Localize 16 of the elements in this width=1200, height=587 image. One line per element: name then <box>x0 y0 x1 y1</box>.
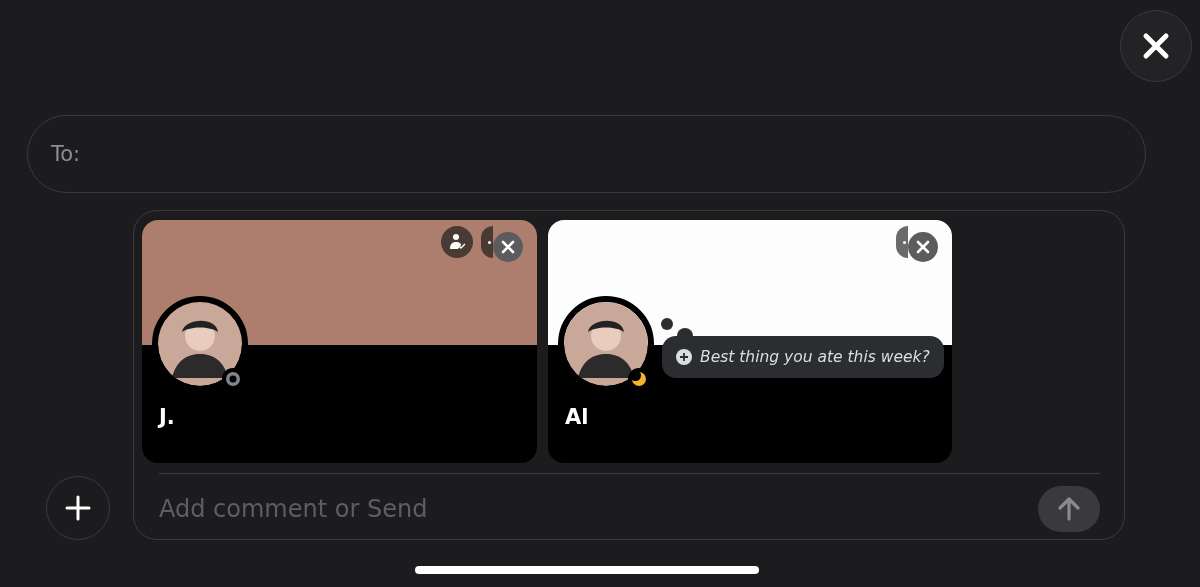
person-check-icon <box>448 233 466 251</box>
comment-field[interactable]: Add comment or Send <box>159 495 1038 523</box>
profile-card[interactable]: J. <box>142 220 537 463</box>
up-arrow-icon <box>1056 496 1082 522</box>
profile-card[interactable]: Al Best thing you ate this week? <box>548 220 952 463</box>
close-icon <box>501 240 515 254</box>
profile-name: J. <box>159 405 175 429</box>
close-icon <box>1141 31 1171 61</box>
profile-name: Al <box>565 405 589 429</box>
plus-icon <box>676 349 692 365</box>
close-icon <box>916 240 930 254</box>
status-prompt-button[interactable]: Best thing you ate this week? <box>662 336 944 378</box>
to-label: To: <box>51 142 81 166</box>
plus-icon <box>65 495 91 521</box>
prompt-text: Best thing you ate this week? <box>700 348 930 366</box>
send-button[interactable] <box>1038 486 1100 532</box>
